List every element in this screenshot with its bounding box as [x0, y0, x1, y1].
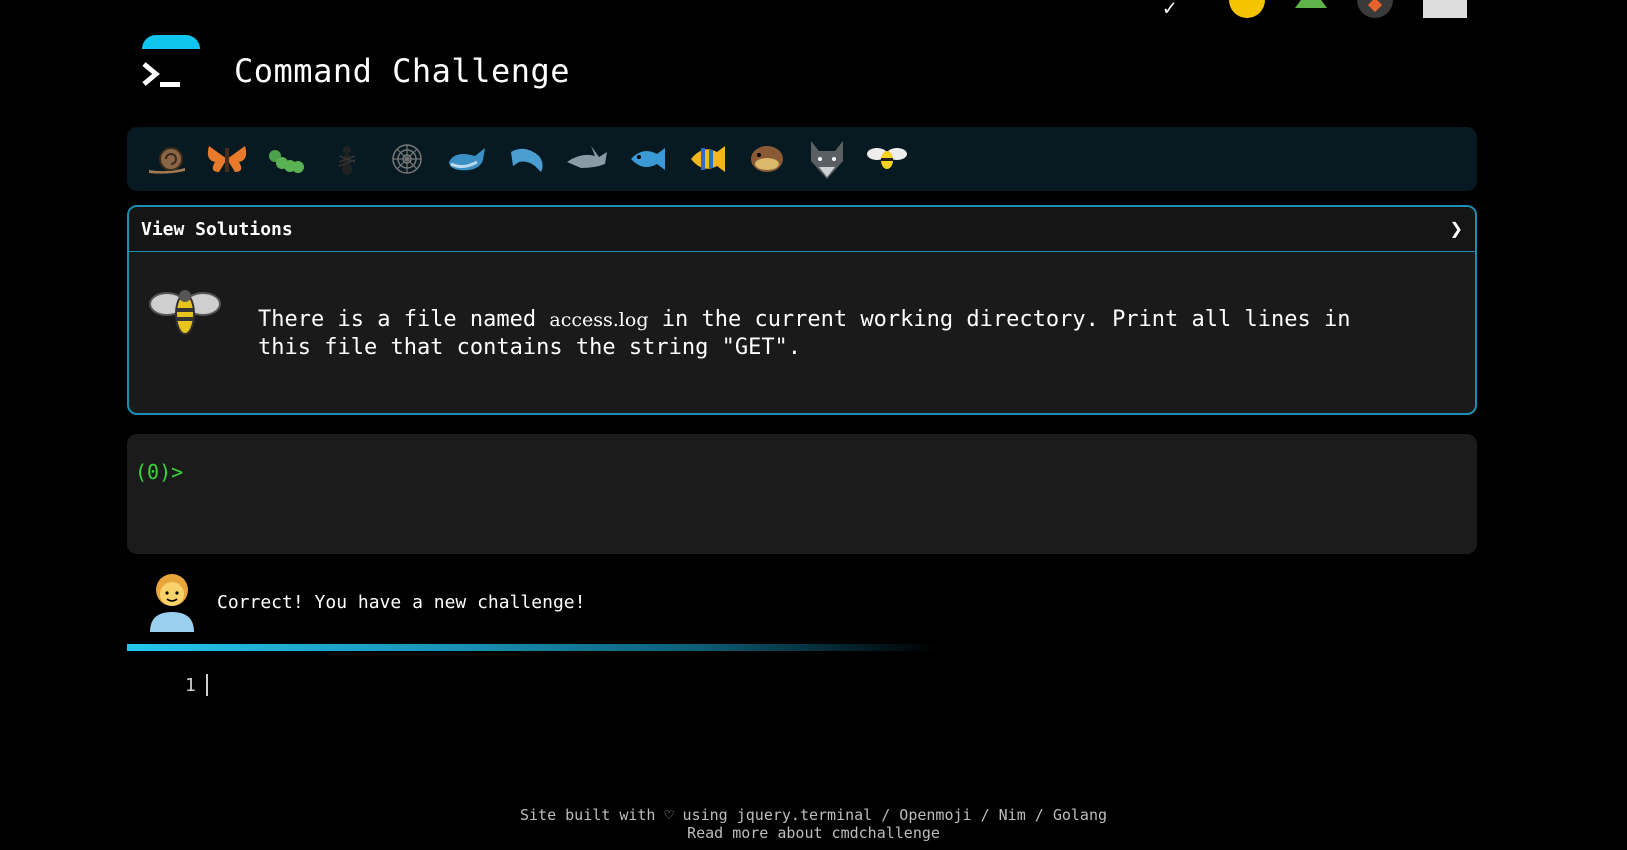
view-solutions-toggle[interactable]: View Solutions ❯	[129, 207, 1475, 252]
bee-icon	[149, 284, 221, 344]
challenge-filename: access.log	[549, 309, 649, 331]
ant-icon[interactable]	[317, 134, 377, 184]
view-solutions-label: View Solutions	[141, 218, 293, 240]
terminal-logo-icon	[140, 35, 202, 95]
line-number: 1	[185, 674, 196, 696]
footer-about-link[interactable]: Read more about cmdchallenge	[0, 824, 1627, 842]
fish-icon[interactable]	[617, 134, 677, 184]
butterfly-icon[interactable]	[197, 134, 257, 184]
code-editor[interactable]: 1	[185, 674, 208, 696]
footer: Site built with ♡ using jquery.terminal …	[0, 806, 1627, 842]
page-title: Command Challenge	[234, 52, 571, 90]
whale-icon[interactable]	[437, 134, 497, 184]
checkmark-icon[interactable]	[1163, 0, 1199, 18]
page-header: Command Challenge	[140, 35, 570, 95]
chevron-right-icon[interactable]: ❯	[1450, 217, 1463, 242]
level-bar	[127, 127, 1477, 191]
terminal-prompt: (0)>	[135, 460, 184, 484]
wolf-icon[interactable]	[797, 134, 857, 184]
person-icon	[147, 568, 197, 636]
caterpillar-icon[interactable]	[257, 134, 317, 184]
tree-icon[interactable]	[1295, 0, 1327, 8]
yellow-badge-icon[interactable]	[1229, 0, 1265, 18]
bee-icon[interactable]	[857, 134, 917, 184]
challenge-panel: View Solutions ❯ There is a file named a…	[127, 205, 1477, 415]
snail-icon[interactable]	[137, 134, 197, 184]
challenge-description: There is a file named access.log in the …	[258, 306, 1408, 362]
tropical-fish-icon[interactable]	[677, 134, 737, 184]
terminal[interactable]: (0)>	[127, 434, 1477, 554]
shark-icon[interactable]	[557, 134, 617, 184]
result-message: Correct! You have a new challenge!	[147, 568, 585, 636]
text-cursor	[205, 674, 208, 696]
challenge-text-before: There is a file named	[258, 307, 550, 332]
spider-web-icon[interactable]	[377, 134, 437, 184]
shield-icon[interactable]	[1357, 0, 1393, 18]
dolphin-icon[interactable]	[497, 134, 557, 184]
progress-bar	[127, 644, 937, 651]
pufferfish-icon[interactable]	[737, 134, 797, 184]
laptop-icon[interactable]	[1423, 0, 1467, 18]
footer-credits[interactable]: Site built with ♡ using jquery.terminal …	[0, 806, 1627, 824]
result-text: Correct! You have a new challenge!	[217, 591, 586, 613]
top-nav-icons	[1163, 0, 1467, 18]
